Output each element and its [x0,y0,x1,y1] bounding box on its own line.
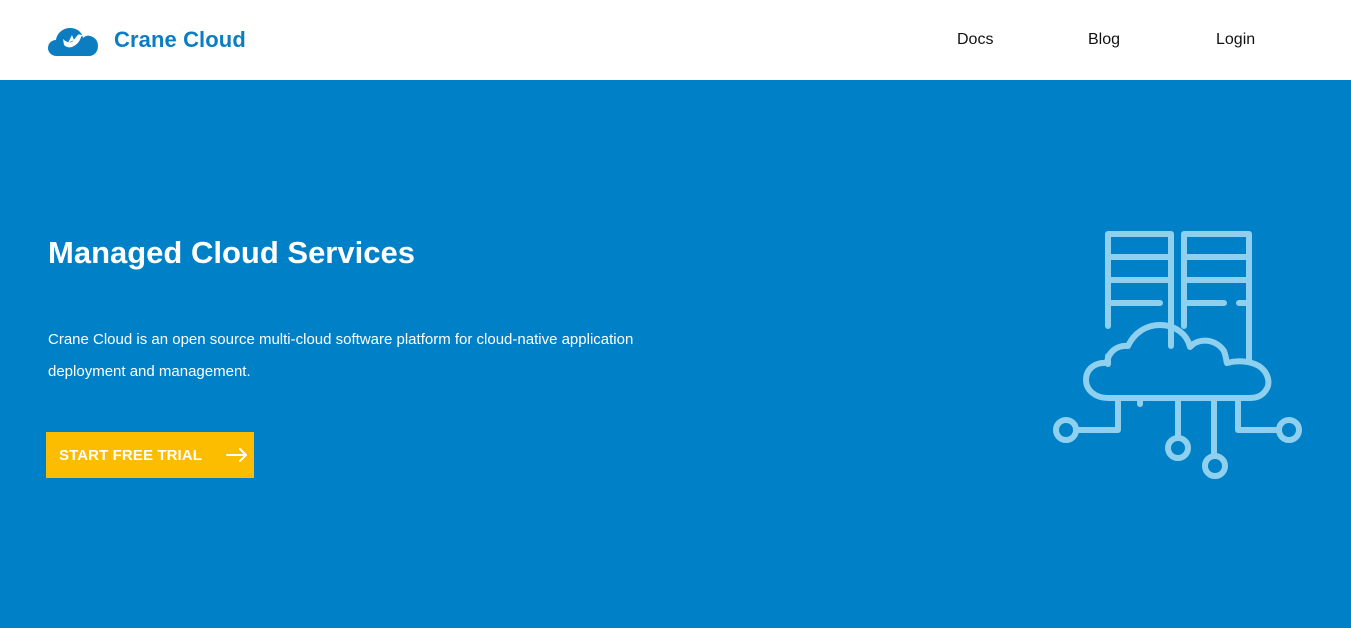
cloud-servers-network-icon [1053,231,1302,479]
nav-link-login[interactable]: Login [1216,30,1255,50]
start-free-trial-button[interactable]: START FREE TRIAL [46,432,254,478]
brand-name: Crane Cloud [114,27,246,52]
hero-description: Crane Cloud is an open source multi-clou… [48,331,634,380]
nav-link-docs[interactable]: Docs [957,30,993,50]
hero-title: Managed Cloud Services [48,235,415,270]
cloud-bird-logo-icon [48,28,98,56]
arrow-right-icon [225,448,247,462]
nav-link-blog[interactable]: Blog [1088,30,1120,50]
hero-section: Managed Cloud Services Crane Cloud is an… [0,80,1351,628]
brand-home-link[interactable]: Crane Cloud [48,22,246,58]
start-free-trial-label: START FREE TRIAL [59,446,202,464]
top-navbar: Crane Cloud Docs Blog Login [0,0,1351,80]
